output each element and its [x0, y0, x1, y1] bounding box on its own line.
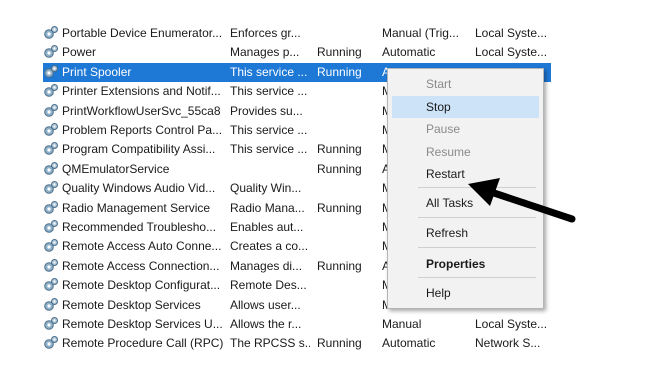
gear-icon [43, 64, 60, 81]
menu-item-label: Properties [426, 257, 486, 271]
service-description: This service ... [230, 142, 308, 157]
service-name: Power [62, 45, 97, 60]
service-name: Quality Windows Audio Vid... [62, 181, 216, 196]
service-name: Remote Procedure Call (RPC) [62, 336, 224, 351]
menu-item-all-tasks[interactable]: All Tasks ▶ [392, 192, 539, 214]
service-row[interactable]: Power Manages p... Running Automatic Local S… [43, 43, 551, 62]
service-description: This service ... [230, 64, 308, 79]
service-description: Manages p... [230, 45, 300, 60]
service-description: Manages di... [230, 258, 303, 273]
service-log-on-as: Local Syste... [475, 45, 548, 60]
gear-icon [43, 258, 60, 275]
service-description: Allows user... [230, 297, 301, 312]
service-status: Running [317, 336, 362, 351]
menu-separator [418, 187, 536, 188]
service-name: Remote Desktop Services U... [62, 317, 223, 331]
menu-item-resume[interactable]: Resume [392, 141, 539, 163]
service-description: Quality Win... [230, 181, 302, 196]
menu-item-help[interactable]: Help [392, 282, 539, 304]
gear-icon [43, 335, 60, 352]
service-name: Remote Desktop Configurat... [62, 278, 221, 293]
service-name: Printer Extensions and Notif... [62, 84, 221, 99]
service-log-on-as: Network S... [475, 336, 541, 351]
service-name: Portable Device Enumerator... [62, 26, 223, 40]
menu-separator [418, 217, 536, 218]
service-name: Program Compatibility Assi... [62, 142, 216, 157]
service-description: Allows the r... [230, 317, 302, 331]
service-status: Running [317, 200, 362, 215]
menu-separator [418, 277, 536, 278]
service-row[interactable]: Remote Desktop Services U... Allows the r… [43, 315, 551, 334]
service-status: Running [317, 161, 362, 176]
service-name: Recommended Troublesho... [62, 220, 217, 234]
menu-item-label: Stop [426, 100, 451, 114]
menu-item-label: Help [426, 286, 451, 300]
chevron-right-icon: ▶ [524, 197, 531, 207]
gear-icon [43, 180, 60, 197]
services-list: Portable Device Enumerator... Enforces gr… [0, 0, 670, 372]
service-description: This service ... [230, 84, 308, 99]
service-description: Creates a co... [230, 239, 309, 254]
service-description: Enforces gr... [230, 26, 301, 40]
gear-icon [43, 103, 60, 120]
service-status: Running [317, 258, 362, 273]
service-description: The RPCSS s... [230, 336, 310, 351]
menu-item-label: Resume [426, 145, 471, 159]
gear-icon [43, 141, 60, 158]
gear-icon [43, 25, 60, 42]
service-log-on-as: Local Syste... [475, 317, 548, 331]
menu-item-start[interactable]: Start [392, 73, 539, 95]
menu-separator [418, 247, 536, 248]
menu-item-pause[interactable]: Pause [392, 118, 539, 140]
gear-icon [43, 238, 60, 255]
service-description: This service ... [230, 123, 308, 137]
menu-item-label: Start [426, 77, 452, 91]
service-description: Provides su... [230, 103, 303, 118]
gear-icon [43, 200, 60, 217]
gear-icon [43, 219, 60, 236]
gear-icon [43, 316, 60, 333]
gear-icon [43, 277, 60, 294]
gear-icon [43, 161, 60, 178]
context-menu: Start Stop Pause Resume Restart All Task… [387, 68, 544, 309]
menu-item-label: Pause [426, 122, 461, 136]
service-name: Problem Reports Control Pa... [62, 123, 223, 137]
service-row[interactable]: Remote Procedure Call (RPC) The RPCSS s..… [43, 334, 551, 353]
service-description: Radio Mana... [230, 200, 305, 215]
service-description: Enables aut... [230, 220, 304, 234]
service-startup-type: Manual (Trig... [382, 26, 459, 40]
service-status: Running [317, 64, 362, 79]
service-description: Remote Des... [230, 278, 307, 293]
gear-icon [43, 122, 60, 139]
menu-item-label: All Tasks [426, 196, 474, 210]
service-name: QMEmulatorService [62, 161, 170, 176]
service-name: Remote Access Auto Conne... [62, 239, 222, 254]
service-name: Print Spooler [62, 64, 132, 79]
service-status: Running [317, 45, 362, 60]
gear-icon [43, 297, 60, 314]
menu-item-refresh[interactable]: Refresh [392, 222, 539, 244]
service-startup-type: Automatic [382, 45, 436, 60]
service-name: Remote Desktop Services [62, 297, 201, 312]
menu-item-label: Refresh [426, 226, 469, 240]
menu-item-label: Restart [426, 167, 465, 181]
gear-icon [43, 83, 60, 100]
service-status: Running [317, 142, 362, 157]
service-name: PrintWorkflowUserSvc_55ca8 [62, 103, 221, 118]
menu-item-restart[interactable]: Restart [392, 163, 539, 185]
service-name: Remote Access Connection... [62, 258, 220, 273]
menu-item-stop[interactable]: Stop [392, 96, 539, 118]
gear-icon [43, 44, 60, 61]
service-log-on-as: Local Syste... [475, 26, 548, 40]
service-startup-type: Automatic [382, 336, 436, 351]
service-name: Radio Management Service [62, 200, 211, 215]
service-startup-type: Manual [382, 317, 422, 331]
service-row[interactable]: Portable Device Enumerator... Enforces gr… [43, 24, 551, 43]
menu-item-properties[interactable]: Properties [392, 253, 539, 275]
